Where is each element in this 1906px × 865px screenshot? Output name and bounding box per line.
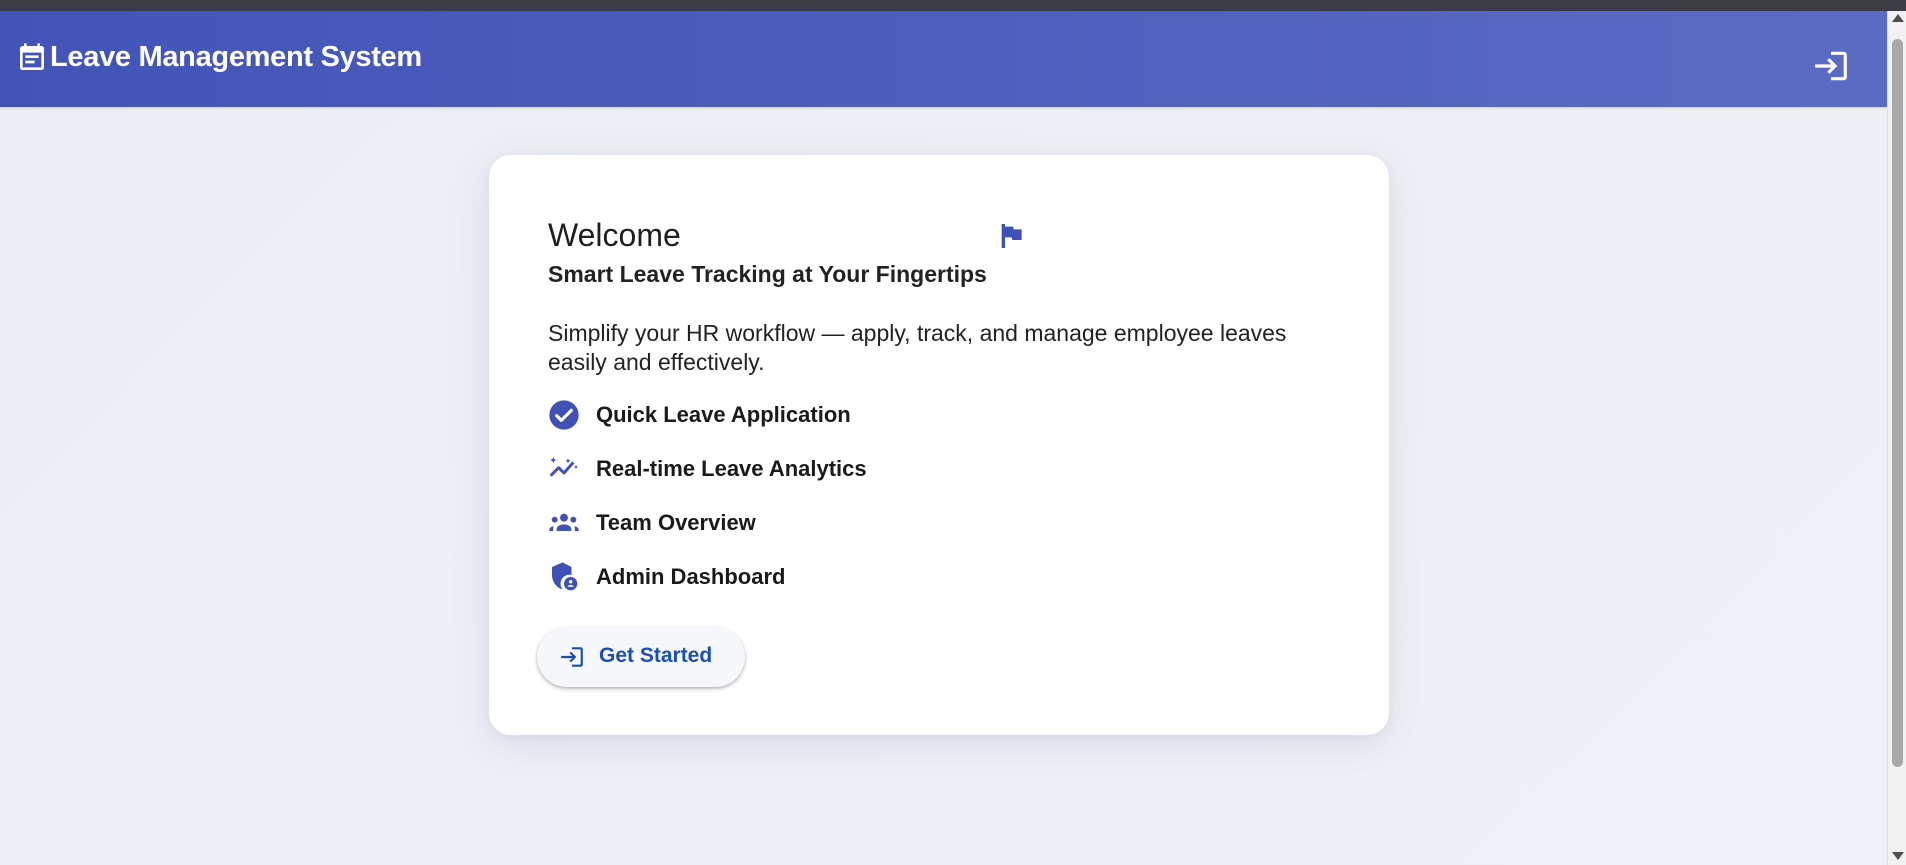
feature-item: Admin Dashboard bbox=[548, 562, 1148, 592]
feature-item: Quick Leave Application bbox=[548, 400, 1148, 430]
get-started-button[interactable]: Get Started bbox=[537, 627, 745, 687]
page-scrollbar[interactable] bbox=[1887, 11, 1906, 865]
feature-item: Team Overview bbox=[548, 508, 1148, 538]
feature-list: Quick Leave Application Real-time Leave … bbox=[548, 400, 1148, 616]
feature-item: Real-time Leave Analytics bbox=[548, 454, 1148, 484]
groups-icon bbox=[549, 513, 579, 531]
welcome-heading: Welcome bbox=[548, 217, 681, 253]
check-circle-icon bbox=[549, 400, 579, 430]
welcome-card: Welcome Smart Leave Tracking at Your Fin… bbox=[489, 155, 1389, 735]
app-bar: Leave Management System bbox=[0, 11, 1887, 107]
browser-top-strip bbox=[0, 0, 1906, 11]
feature-label: Team Overview bbox=[596, 510, 756, 535]
login-icon bbox=[561, 647, 583, 667]
flag-icon bbox=[1001, 224, 1022, 248]
get-started-label: Get Started bbox=[599, 644, 713, 667]
welcome-subtitle: Smart Leave Tracking at Your Fingertips bbox=[548, 261, 987, 287]
analytics-icon bbox=[549, 457, 578, 477]
scroll-thumb[interactable] bbox=[1892, 39, 1903, 767]
welcome-description: Simplify your HR workflow — apply, track… bbox=[548, 320, 1287, 375]
feature-label: Admin Dashboard bbox=[596, 564, 786, 589]
login-icon[interactable] bbox=[1812, 47, 1850, 85]
feature-label: Real-time Leave Analytics bbox=[596, 456, 867, 481]
app-title: Leave Management System bbox=[50, 41, 422, 73]
scroll-up-arrow[interactable] bbox=[1892, 14, 1904, 22]
admin-shield-icon bbox=[552, 562, 578, 591]
feature-label: Quick Leave Application bbox=[596, 402, 851, 427]
scroll-down-arrow[interactable] bbox=[1892, 852, 1904, 860]
calendar-icon bbox=[20, 43, 44, 70]
